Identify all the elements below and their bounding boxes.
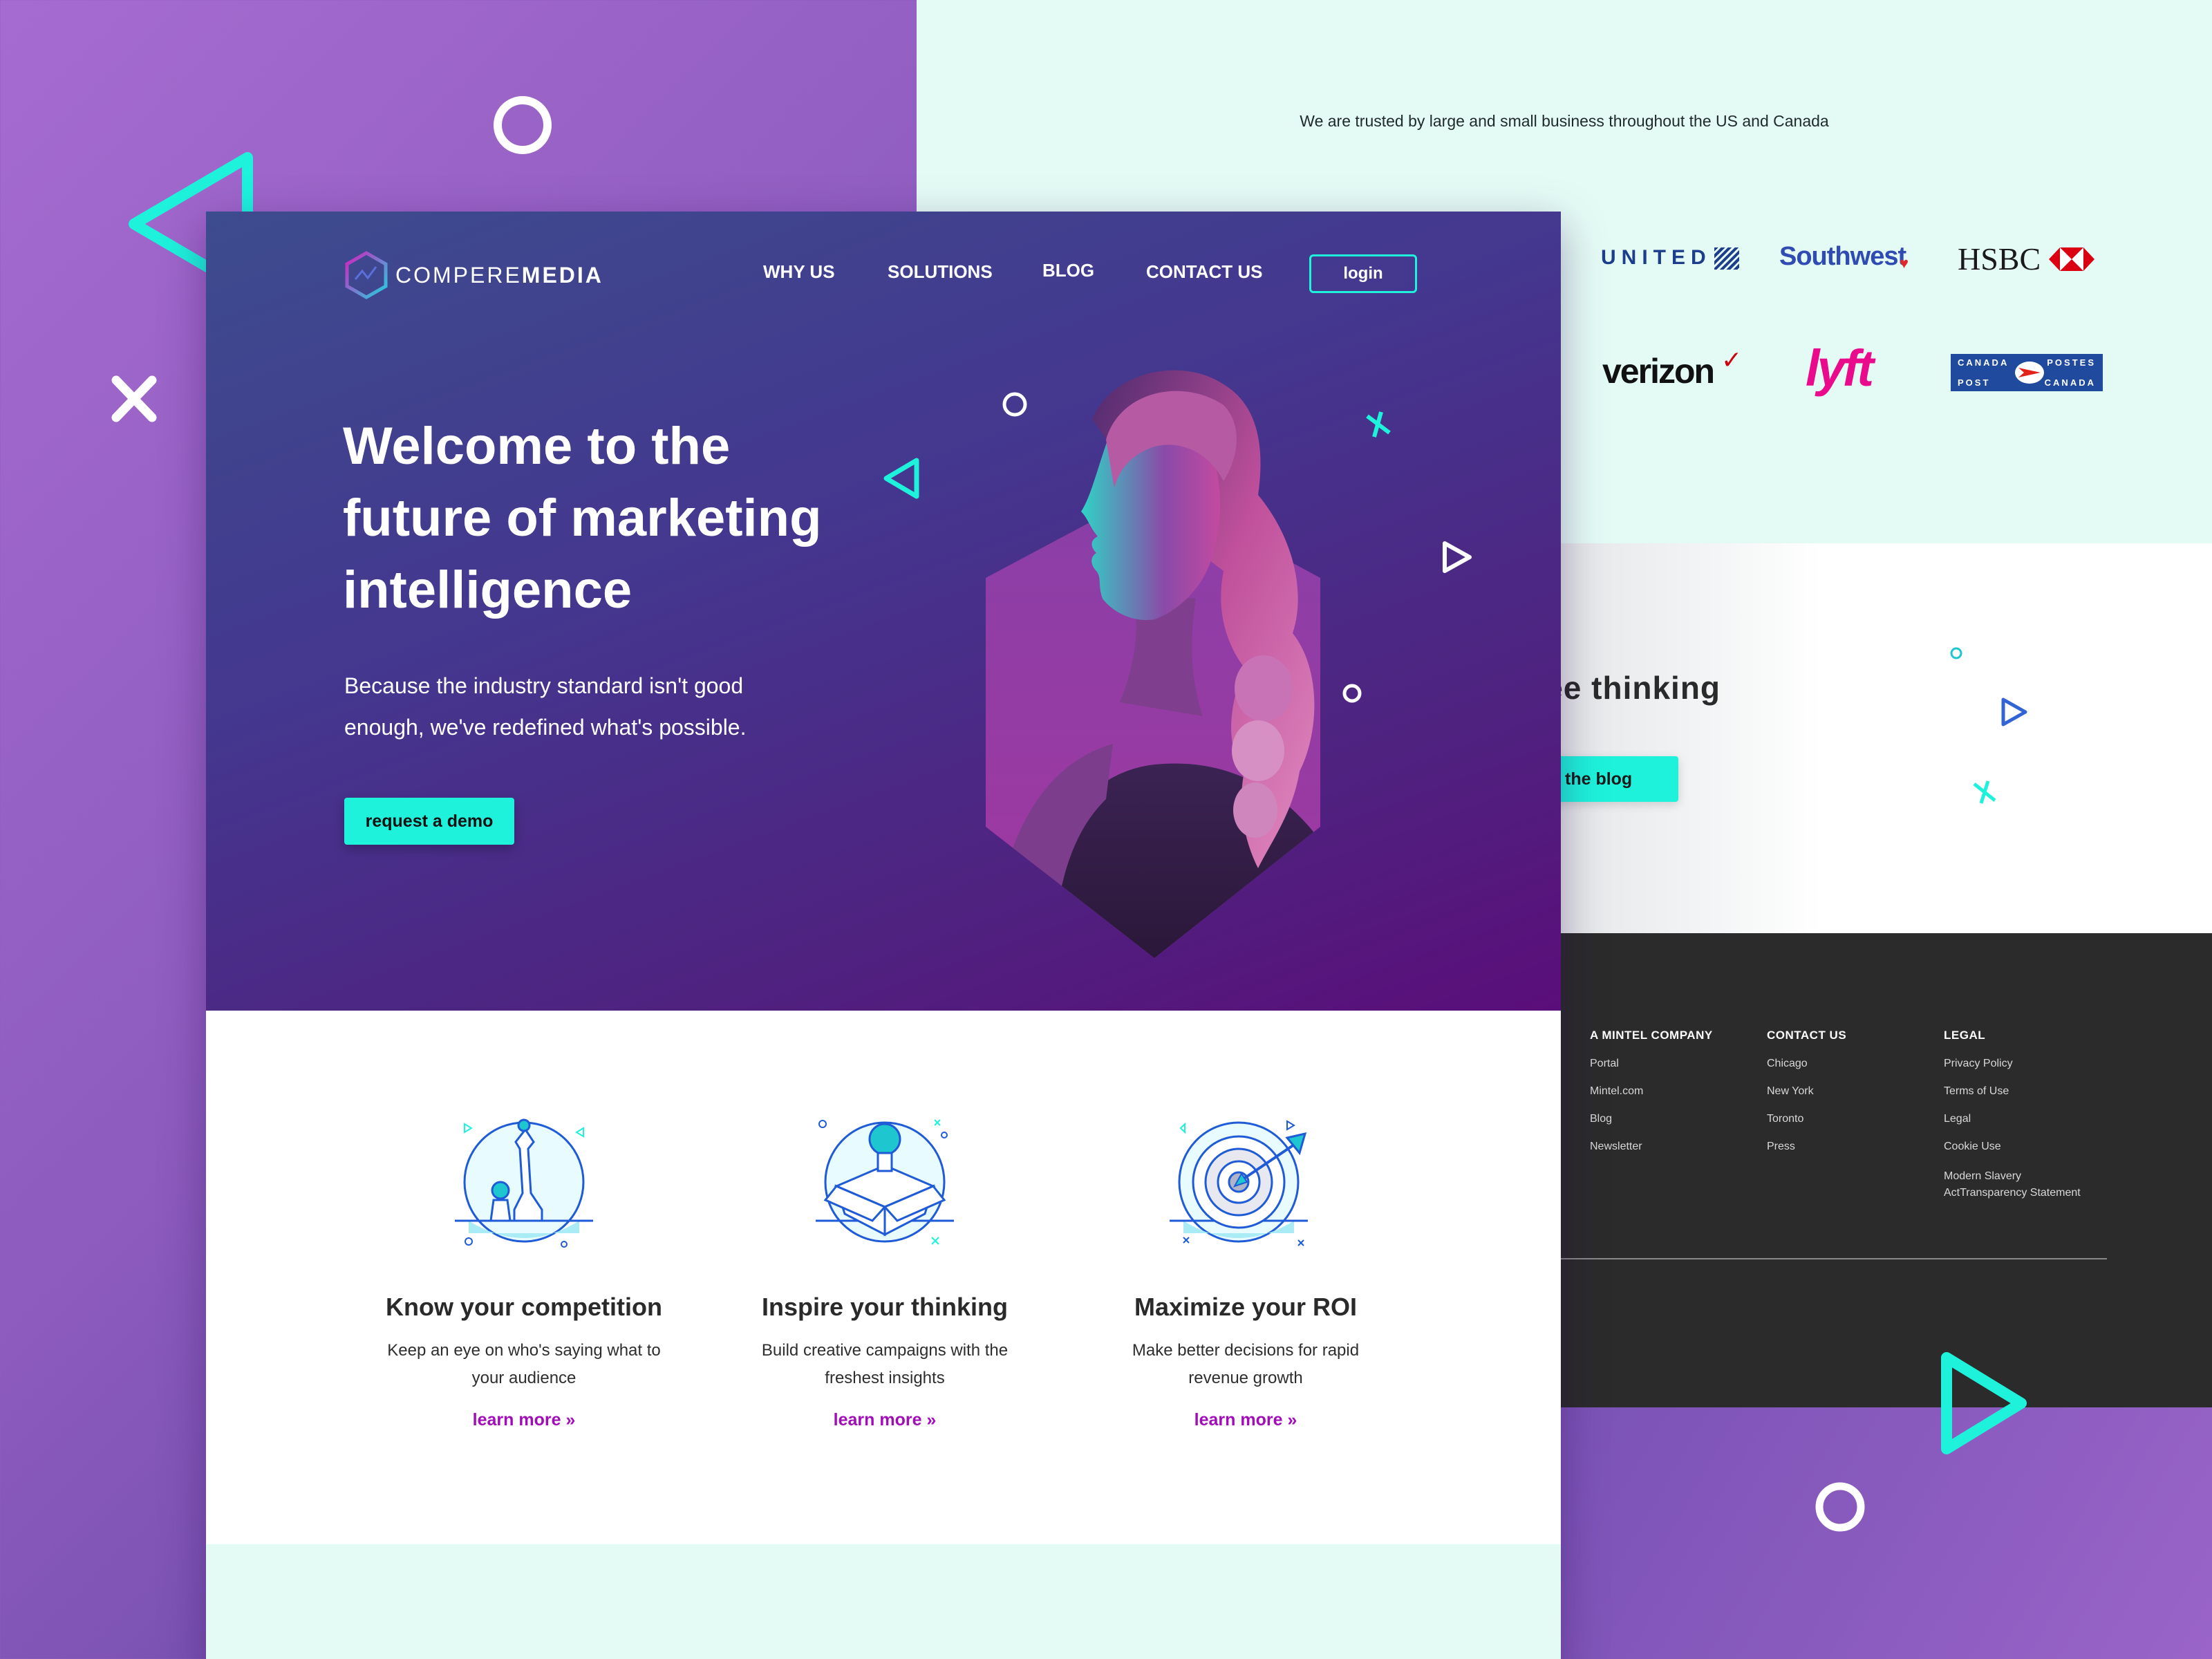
learn-more-link[interactable]: learn more » (473, 1410, 576, 1430)
learn-more-link[interactable]: learn more » (834, 1410, 937, 1430)
feature-title: Maximize your ROI (1134, 1293, 1358, 1321)
feature-title: Inspire your thinking (761, 1293, 1009, 1321)
feature-description: Make better decisions for rapid revenue … (1132, 1341, 1360, 1387)
small-triangle-icon (2001, 697, 2027, 727)
learn-more-link[interactable]: learn more » (1194, 1410, 1297, 1430)
woman-portrait-image (986, 370, 1320, 958)
feature-card: Know your competition Keep an eye on who… (344, 1110, 704, 1430)
small-cross-icon (1973, 780, 1996, 804)
feature-title: Know your competition (386, 1293, 662, 1321)
feature-card: Maximize your ROI Make better decisions … (1066, 1110, 1425, 1430)
next-section-strip (206, 1544, 1561, 1659)
landing-page-card: COMPEREMEDIA WHY US SOLUTIONS BLOG CONTA… (206, 212, 1561, 1659)
lightbulb-box-icon (816, 1119, 954, 1245)
outline-triangle-icon (1941, 1352, 2027, 1454)
outline-circle-icon (494, 96, 552, 154)
feature-description: Build creative campaigns with the freshe… (761, 1341, 1009, 1387)
outline-circle-icon (1815, 1482, 1865, 1532)
outline-triangle-icon (883, 458, 919, 499)
hero-section: COMPEREMEDIA WHY US SOLUTIONS BLOG CONTA… (206, 212, 1561, 1011)
feature-card: Inspire your thinking Build creative cam… (705, 1110, 1065, 1430)
cross-icon (111, 375, 157, 422)
feature-description: Keep an eye on who's saying what to your… (387, 1341, 661, 1387)
small-circle-icon (1950, 647, 1962, 659)
chess-pieces-icon (455, 1118, 593, 1248)
target-arrow-icon (1170, 1120, 1308, 1246)
